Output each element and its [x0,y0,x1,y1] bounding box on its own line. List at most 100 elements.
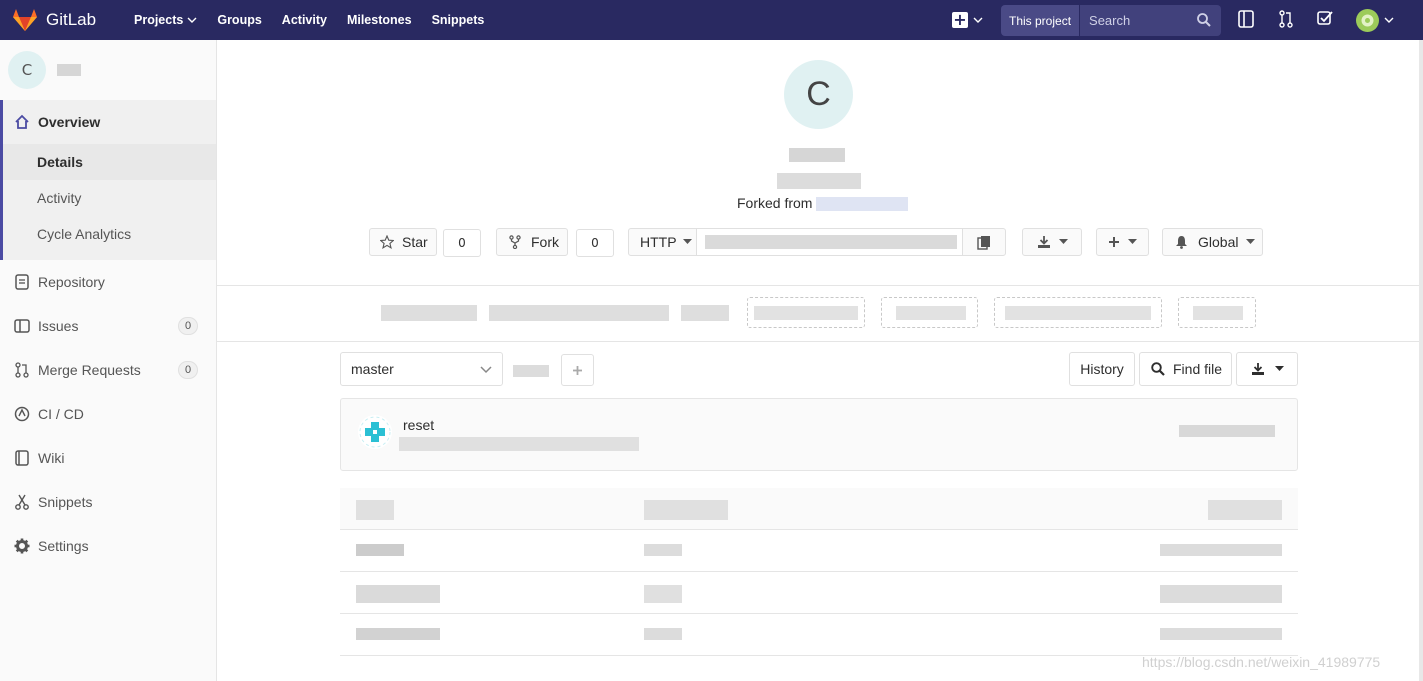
issues-count-badge: 0 [178,317,198,335]
redacted-header-name [356,500,394,520]
redacted-project-name [57,64,81,76]
redacted-stat-tags[interactable] [681,305,729,321]
gitlab-logo[interactable]: GitLab [12,8,124,32]
notification-dropdown[interactable]: Global [1162,228,1263,256]
forked-from-label: Forked from [737,195,813,211]
branch-select[interactable]: master [340,352,503,386]
repository-icon [14,274,30,290]
user-avatar[interactable] [1356,9,1379,32]
download-dropdown[interactable] [1022,228,1082,256]
fork-count[interactable]: 0 [576,229,614,257]
redacted-file-name[interactable] [356,585,440,603]
sidebar-item-settings[interactable]: Settings [0,524,216,568]
commit-title[interactable]: reset [403,417,434,433]
chevron-down-icon [187,17,197,23]
download-icon [1037,236,1050,248]
tanuki-icon [13,9,37,31]
clone-protocol-dropdown[interactable]: HTTP [628,228,697,256]
star-count[interactable]: 0 [443,229,481,257]
table-header-row [340,488,1298,530]
find-file-button[interactable]: Find file [1139,352,1232,386]
nav-groups[interactable]: Groups [217,13,261,27]
snippets-icon [14,494,30,510]
sidebar-item-wiki[interactable]: Wiki [0,436,216,480]
redacted-commit-sha[interactable] [1179,425,1275,437]
sidebar-item-overview[interactable]: Overview [3,100,216,144]
table-row[interactable] [340,530,1298,572]
sidebar-project-header[interactable]: C [0,40,216,100]
new-dropdown[interactable]: + [952,0,983,40]
sidebar-issues-label: Issues [38,318,79,334]
star-button[interactable]: Star [369,228,437,256]
star-icon [380,235,394,249]
add-contribution-button[interactable] [994,297,1162,328]
redacted-file-commit[interactable] [644,585,682,603]
nav-activity[interactable]: Activity [282,13,327,27]
identicon-icon [359,416,391,448]
project-avatar-small: C [8,51,46,89]
add-changelog-button[interactable] [881,297,978,328]
last-commit-panel: reset [340,398,1298,471]
sidebar-item-issues[interactable]: Issues 0 [0,304,216,348]
ci-cd-icon [14,406,30,422]
table-row[interactable] [340,614,1298,656]
sidebar-item-repository[interactable]: Repository [0,260,216,304]
commit-author-avatar[interactable] [358,415,392,449]
fork-button[interactable]: Fork [496,228,568,256]
search-input[interactable]: Search [1080,5,1221,36]
caret-down-icon [1246,239,1256,244]
sidebar-snippets-label: Snippets [38,494,93,510]
caret-down-icon [682,239,692,244]
watermark-text: https://blog.csdn.net/weixin_41989775 [1142,654,1381,670]
redacted-file-name[interactable] [356,628,440,640]
redacted-stat-commits[interactable] [381,305,477,321]
redacted-file-date [1160,585,1282,603]
redacted-stat-branches[interactable] [489,305,669,321]
nav-snippets[interactable]: Snippets [432,13,485,27]
clone-url-input[interactable] [696,228,963,256]
redacted-breadcrumb [513,365,549,377]
add-readme-button[interactable] [747,297,865,328]
search-scope-label[interactable]: This project [1001,5,1081,36]
sidebar-settings-label: Settings [38,538,89,554]
scrollbar[interactable] [1419,40,1423,681]
redacted-file-commit[interactable] [644,628,682,640]
fork-label: Fork [531,234,559,250]
redacted-project-title [789,148,845,162]
sidebar-item-ci-cd[interactable]: CI / CD [0,392,216,436]
brand-name: GitLab [46,10,97,29]
sidebar-sub-activity[interactable]: Activity [3,180,216,216]
sidebar-item-merge-requests[interactable]: Merge Requests 0 [0,348,216,392]
avatar-pattern-icon [1361,14,1374,27]
sidebar-item-snippets[interactable]: Snippets [0,480,216,524]
branch-name: master [351,361,394,377]
issues-icon [14,318,30,334]
add-new-dropdown[interactable] [1096,228,1149,256]
wiki-icon [14,450,30,466]
caret-down-icon [1274,366,1284,371]
nav-projects[interactable]: Projects [134,13,197,27]
search-icon [1151,362,1165,376]
table-row[interactable] [340,572,1298,614]
caret-down-icon [1058,239,1068,244]
redacted-file-commit[interactable] [644,544,682,556]
merge-requests-icon[interactable] [1279,10,1293,28]
search-bar: This project Search [1001,5,1221,36]
add-ci-button[interactable] [1178,297,1256,328]
download-archive-dropdown[interactable] [1236,352,1298,386]
add-file-dropdown[interactable] [561,354,594,386]
history-button[interactable]: History [1069,352,1135,386]
redacted-file-name[interactable] [356,544,404,556]
sidebar-toggle-icon[interactable] [1238,10,1254,28]
copy-url-button[interactable] [962,228,1006,256]
sidebar-sub-cycle-analytics[interactable]: Cycle Analytics [3,216,216,260]
sidebar-sub-details[interactable]: Details [3,144,216,180]
search-placeholder: Search [1089,13,1131,28]
todos-icon[interactable] [1317,10,1333,26]
redacted-fork-source-link[interactable] [816,197,909,212]
merge-requests-count-badge: 0 [178,361,198,379]
nav-milestones[interactable]: Milestones [347,13,412,27]
chevron-down-icon[interactable] [1384,17,1394,23]
chevron-down-icon [973,17,983,23]
chevron-down-icon [480,366,492,374]
